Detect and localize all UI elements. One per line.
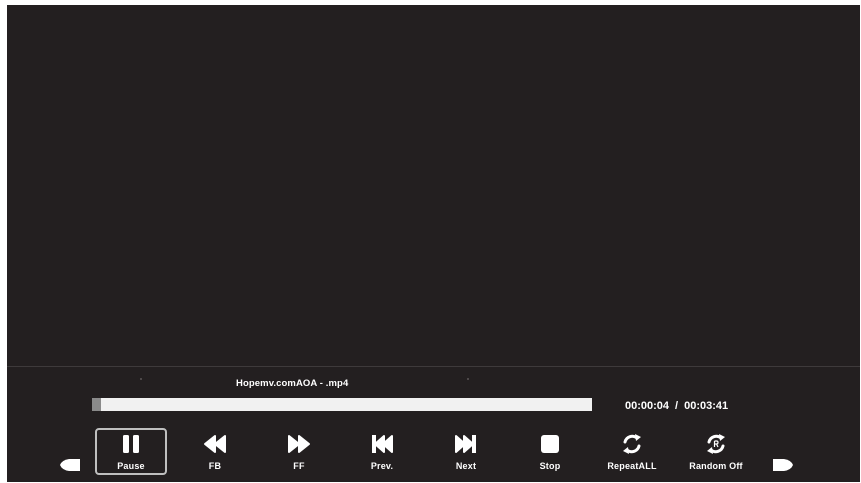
control-panel-divider <box>7 366 860 367</box>
fast-forward-label: FF <box>293 461 305 471</box>
fast-backward-icon <box>203 433 227 455</box>
next-track-icon <box>454 433 478 455</box>
stop-label: Stop <box>539 461 561 471</box>
fast-forward-icon <box>287 433 311 455</box>
repeat-icon <box>620 433 644 455</box>
previous-track-icon <box>370 433 394 455</box>
pause-label: Pause <box>117 461 145 471</box>
previous-track-button[interactable]: Prev. <box>346 428 418 475</box>
progress-bar[interactable] <box>92 398 592 411</box>
next-track-label: Next <box>455 461 477 471</box>
pause-button[interactable]: Pause <box>95 428 167 475</box>
pause-icon <box>119 433 143 455</box>
file-name: Hopemv.comAOA - .mp4 <box>236 378 349 389</box>
arrow-left-icon[interactable] <box>58 457 82 473</box>
decorative-dot <box>467 378 469 380</box>
time-display: 00:00:04 / 00:03:41 <box>625 400 728 412</box>
random-icon <box>704 433 728 455</box>
stop-button[interactable]: Stop <box>514 428 586 475</box>
repeat-button[interactable]: RepeatALL <box>596 428 668 475</box>
decorative-dot <box>140 378 142 380</box>
progress-fill <box>92 398 101 411</box>
fast-forward-button[interactable]: FF <box>263 428 335 475</box>
video-display[interactable] <box>7 5 860 365</box>
time-separator: / <box>675 400 679 412</box>
previous-track-label: Prev. <box>370 461 394 471</box>
random-label: Random Off <box>689 461 743 471</box>
random-button[interactable]: Random Off <box>680 428 752 475</box>
elapsed-time: 00:00:04 <box>625 400 670 412</box>
media-player-screen: Hopemv.comAOA - .mp4 00:00:04 / 00:03:41 P… <box>7 5 860 482</box>
next-track-button[interactable]: Next <box>430 428 502 475</box>
stop-icon <box>538 433 562 455</box>
repeat-label: RepeatALL <box>607 461 657 471</box>
fast-backward-button[interactable]: FB <box>179 428 251 475</box>
fast-backward-label: FB <box>208 461 222 471</box>
arrow-right-icon[interactable] <box>771 457 795 473</box>
total-time: 00:03:41 <box>684 400 729 412</box>
